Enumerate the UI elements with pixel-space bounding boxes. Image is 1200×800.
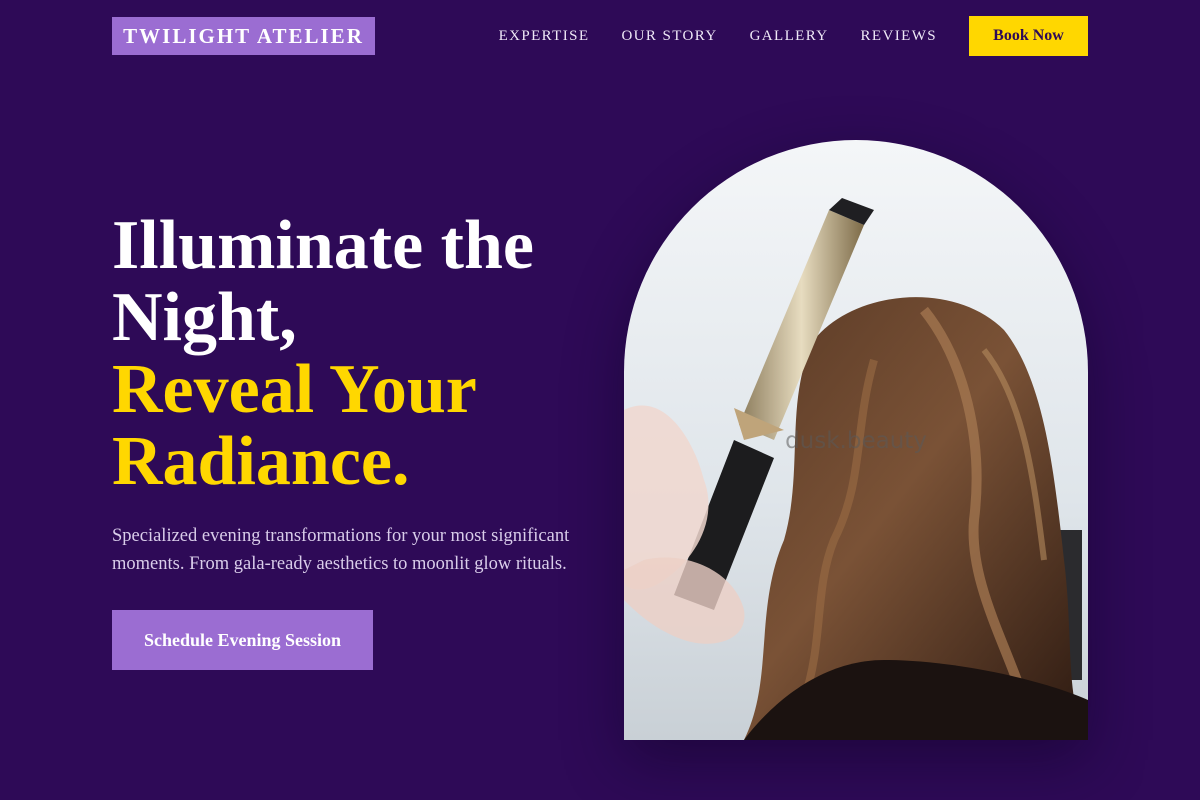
image-watermark: dusk.beauty (785, 428, 927, 454)
headline-line-1: Illuminate the (112, 207, 534, 284)
schedule-session-button[interactable]: Schedule Evening Session (112, 610, 373, 670)
brand-logo[interactable]: TWILIGHT ATELIER (112, 17, 375, 55)
headline-line-3: Reveal Your (112, 351, 477, 428)
nav-link-reviews[interactable]: REVIEWS (861, 28, 937, 45)
main-nav: EXPERTISE OUR STORY GALLERY REVIEWS Book… (499, 16, 1088, 56)
hero-image: dusk.beauty (624, 140, 1088, 740)
book-now-button[interactable]: Book Now (969, 16, 1088, 56)
headline-line-2: Night, (112, 279, 297, 356)
hero-description: Specialized evening transformations for … (112, 526, 570, 574)
nav-link-expertise[interactable]: EXPERTISE (499, 28, 590, 45)
headline-line-4: Radiance. (112, 423, 410, 500)
hero-headline: Illuminate the Night, Reveal Your Radian… (112, 210, 592, 498)
nav-link-gallery[interactable]: GALLERY (750, 28, 829, 45)
nav-link-our-story[interactable]: OUR STORY (621, 28, 717, 45)
